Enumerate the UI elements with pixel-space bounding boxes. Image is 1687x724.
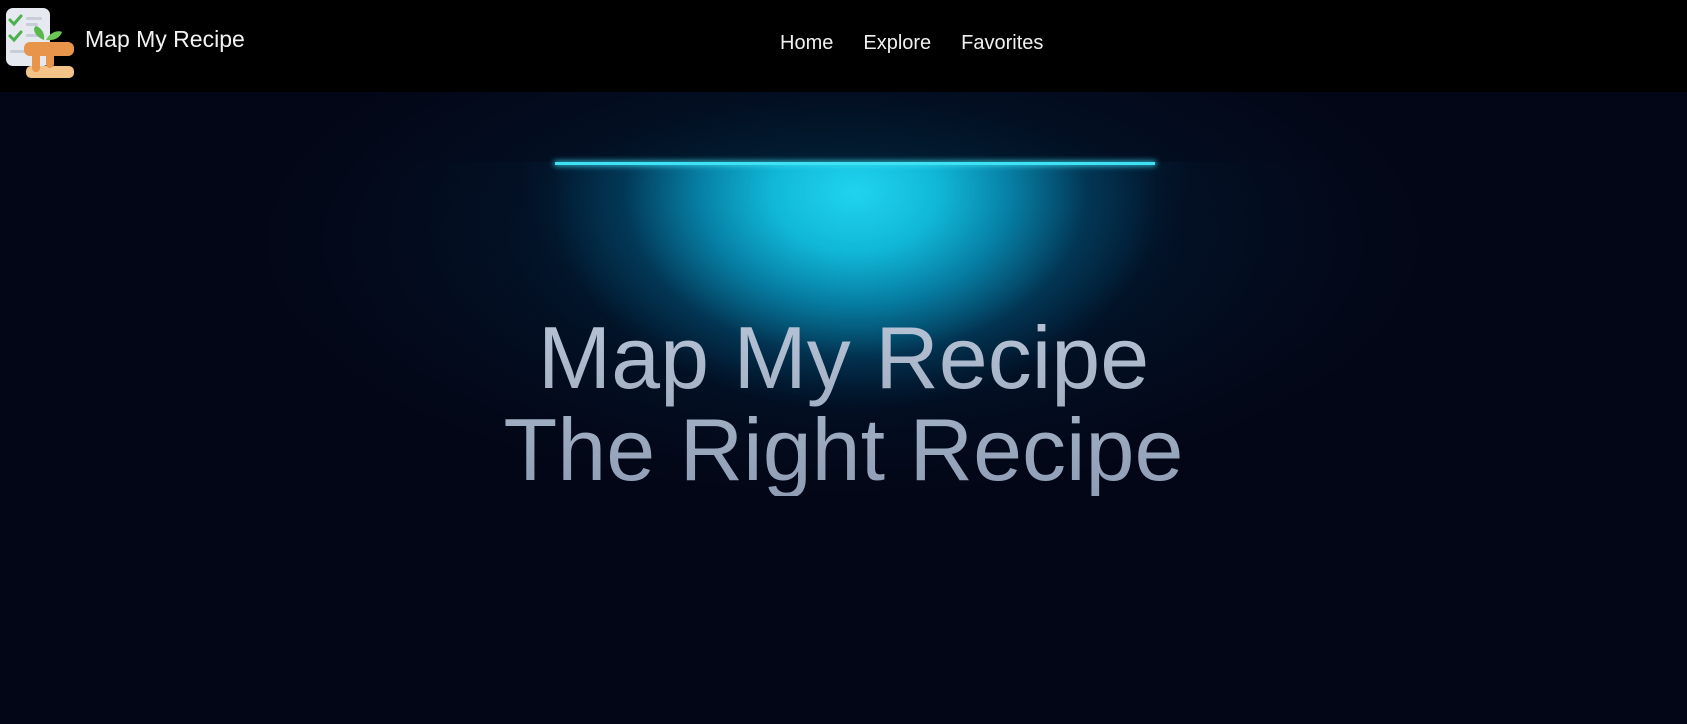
brand-name: Map My Recipe [85,25,245,52]
hero-section: Map My Recipe The Right Recipe [0,92,1687,724]
nav-link-explore[interactable]: Explore [863,31,931,55]
navbar: Map My Recipe Home Explore Favorites [0,0,1687,92]
nav-link-home[interactable]: Home [780,31,833,55]
main-nav: Home Explore Favorites [780,31,1073,55]
hero-headline: Map My Recipe The Right Recipe [0,312,1687,496]
recipe-logo-icon [6,8,74,78]
hero-headline-line-1: Map My Recipe [537,308,1150,407]
nav-link-favorites[interactable]: Favorites [961,31,1043,55]
brand-link[interactable]: Map My Recipe [4,6,245,80]
lamp-line [555,162,1155,165]
hero-headline-line-2: The Right Recipe [503,400,1184,499]
